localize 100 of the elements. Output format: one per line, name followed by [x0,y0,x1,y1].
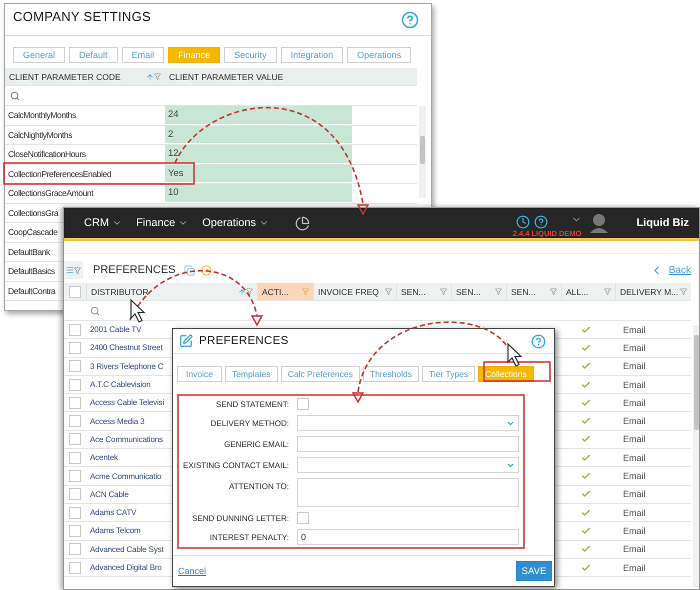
cancel-link[interactable]: Cancel [178,566,206,576]
field-label: ATTENTION TO: [228,481,289,491]
filter-icon [246,288,253,294]
sort-icon[interactable] [146,72,161,80]
distributor-link[interactable]: A.T.C Cablevision [90,380,151,390]
table-cell: CalcNightlyMonths [8,130,72,140]
copy-icon[interactable] [184,264,195,276]
checkbox[interactable] [69,543,81,556]
help-icon[interactable] [534,214,548,228]
filter-icon [440,288,447,295]
check-icon [581,434,591,444]
edit-icon [179,334,193,348]
column-header[interactable]: SEN... [396,283,451,300]
filter-icon [550,288,557,295]
filter-icon [74,266,81,274]
distributor-link[interactable]: Acme Communicatio [90,472,162,481]
distributor-link[interactable]: Acentek [90,453,118,462]
checkbox[interactable] [69,433,81,446]
checkbox[interactable] [69,342,81,354]
distributor-link[interactable]: Advanced Digital Bro [90,563,162,572]
table-cell-text: Email [622,398,647,408]
check-icon [581,380,591,390]
column-header[interactable]: SEN... [451,283,506,300]
chart-icon[interactable] [295,216,310,230]
distributor-link[interactable]: Access Cable Televisi [90,398,164,408]
input-field[interactable]: 0 [297,529,519,545]
distributor-link[interactable]: ACN Cable [90,490,129,499]
menu-item[interactable]: Finance [136,217,188,229]
checkbox[interactable] [69,360,81,372]
checkbox[interactable] [69,415,81,428]
column-header[interactable]: INVOICE FREQ [313,283,396,300]
filter-icon [495,288,502,295]
table-cell: DefaultBasics [8,266,55,276]
distributor-link[interactable]: 3 Rivers Telephone C [90,362,164,371]
page-title: PREFERENCES [93,264,176,276]
check-icon [581,489,591,500]
check-icon [581,562,591,572]
clock-icon[interactable] [516,214,530,228]
field-label: DELIVERY METHOD: [210,418,289,428]
arrow-up-icon [146,72,154,80]
checkbox[interactable] [69,378,81,391]
table-cell: CollectionsGraceAmount [8,188,94,198]
check-icon [581,324,591,335]
circle-slash-icon[interactable] [200,264,212,276]
table-cell: DefaultContra [8,286,56,296]
distributor-link[interactable]: Advanced Cable Syst [90,544,164,554]
table-cell-text: Email [622,342,647,353]
checkbox[interactable] [69,470,81,482]
checkbox[interactable] [69,524,81,537]
window-title: COMPANY SETTINGS [13,9,151,24]
search-icon [90,306,100,316]
table-cell-text: Email [622,562,647,572]
checkbox[interactable] [69,488,81,500]
table-cell-text: Email [622,452,647,463]
filter-button[interactable] [64,261,83,279]
text-area[interactable] [297,478,519,507]
table-cell: CollectionsGra [8,208,58,218]
table-cell-text: Email [622,361,647,372]
checkbox[interactable] [69,396,81,409]
distributor-link[interactable]: 2001 Cable TV [90,325,142,334]
checkbox[interactable] [69,286,81,298]
distributor-link[interactable]: Adams Telcom [90,526,141,536]
dropdown-field[interactable] [297,415,519,431]
help-icon[interactable] [531,334,546,348]
column-header[interactable]: DELIVERY M... [615,283,691,300]
avatar-icon [590,213,608,233]
column-header[interactable]: ALL... [561,283,615,300]
menu-item[interactable]: Operations [202,217,270,229]
column-header[interactable]: ACTI... [257,283,313,300]
checkbox[interactable] [69,324,81,336]
menu-item[interactable]: CRM [84,217,122,229]
column-header[interactable]: SEN... [506,283,561,300]
table-cell-text: Email [622,324,647,335]
table-cell: 24 [165,106,352,124]
table-cell: CloseNotificationHours [8,149,86,160]
distributor-link[interactable]: Access Media 3 [90,416,144,426]
table-cell: CalcMonthlyMonths [8,110,76,120]
distributor-link[interactable]: 2400 Chestnut Street [90,343,163,352]
table-cell-text: Email [622,489,647,500]
filter-icon [680,288,687,295]
dialog-title: PREFERENCES [199,335,290,347]
check-icon [581,526,591,536]
checkbox[interactable] [69,506,81,519]
checkbox[interactable] [297,398,309,410]
input-field[interactable] [297,436,519,452]
checkbox[interactable] [69,452,81,464]
checkbox[interactable] [69,562,81,574]
dropdown-field[interactable] [297,457,519,473]
save-button[interactable]: SAVE [516,561,552,581]
checkbox[interactable] [297,512,309,524]
table-cell-text: Email [622,434,647,444]
table-cell: Yes [165,164,352,183]
field-label: SEND DUNNING LETTER: [192,514,289,522]
distributor-link[interactable]: Ace Communications [90,434,163,444]
check-icon [581,361,591,372]
help-icon[interactable] [401,10,419,28]
column-header: CLIENT PARAMETER VALUE [168,72,284,82]
filter-icon [385,288,392,295]
distributor-link[interactable]: Adams CATV [90,508,136,518]
check-icon [581,342,591,353]
